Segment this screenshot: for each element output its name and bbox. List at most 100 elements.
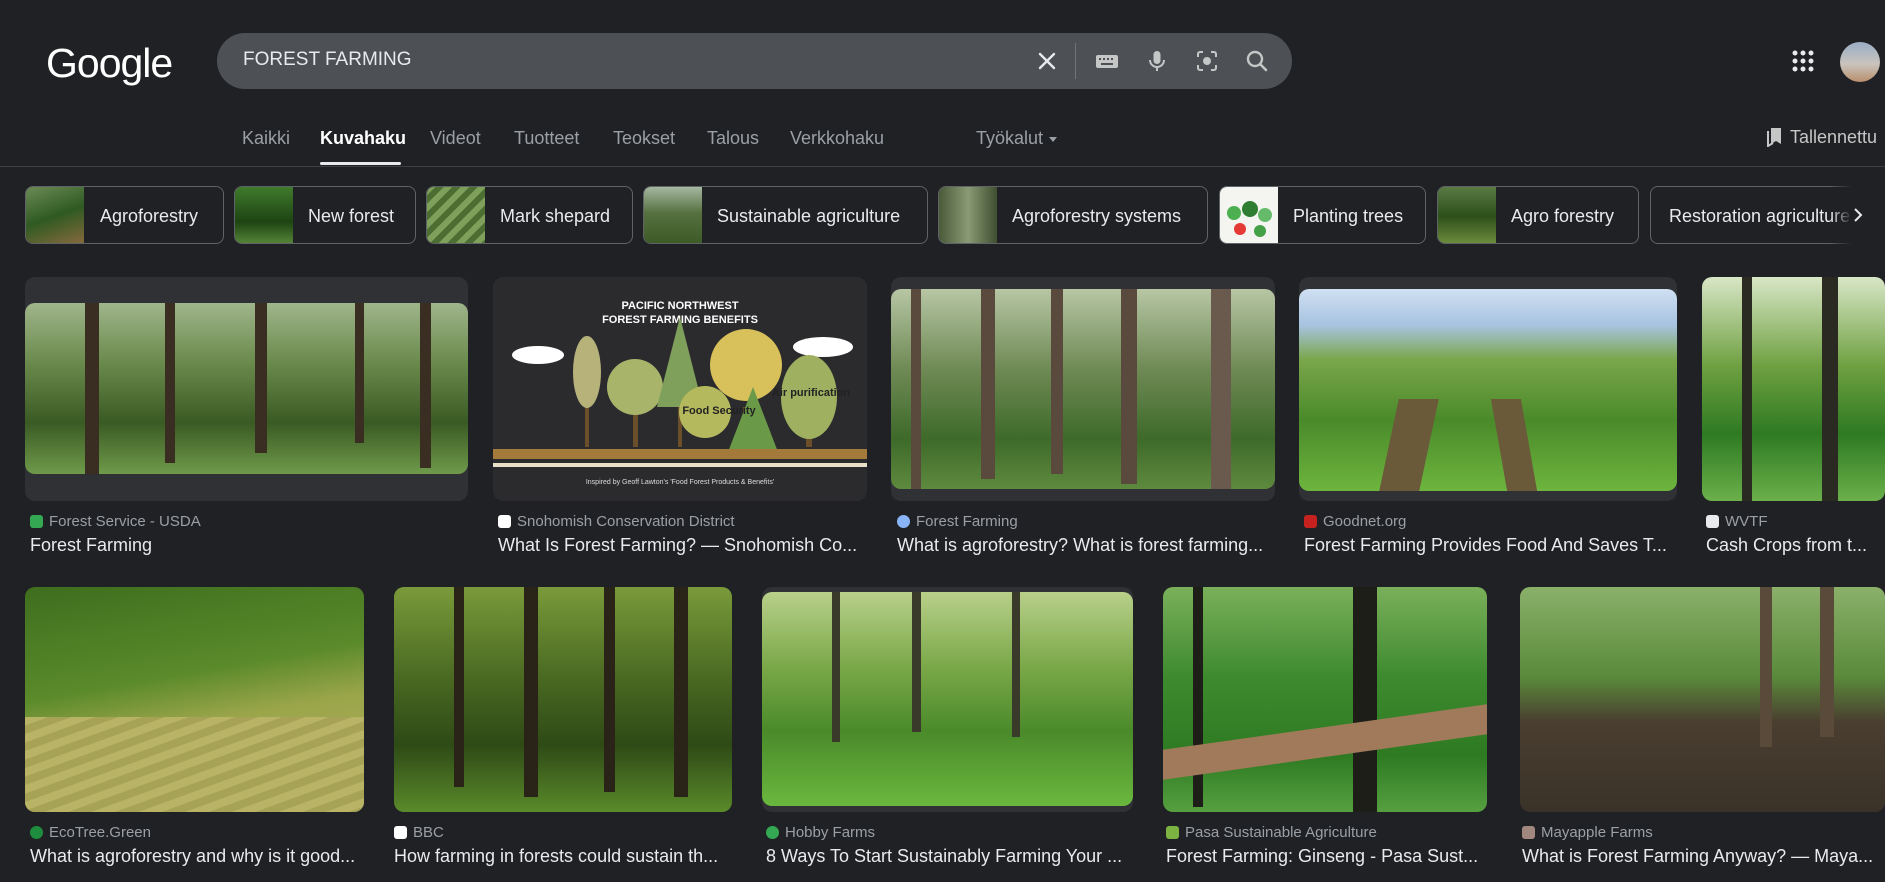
chip-agroforestry-systems[interactable]: Agroforestry systems	[938, 186, 1208, 244]
infographic-label: Food Security	[682, 405, 756, 417]
search-icon[interactable]	[1243, 47, 1271, 75]
account-avatar[interactable]	[1840, 42, 1880, 82]
result-source[interactable]: BBC	[394, 824, 730, 841]
chips-scroll-next[interactable]	[1830, 186, 1885, 244]
caret-down-icon	[1049, 136, 1058, 142]
result-title[interactable]: Forest Farming Provides Food And Saves T…	[1304, 535, 1674, 556]
lens-camera-icon[interactable]	[1193, 47, 1221, 75]
chip-thumbnail	[26, 187, 84, 243]
source-name: Mayapple Farms	[1541, 824, 1653, 841]
chip-label: Mark shepard	[500, 206, 611, 226]
result-title[interactable]: Forest Farming	[30, 535, 460, 556]
forest-image[interactable]	[394, 587, 732, 812]
infographic-label: Air purification	[771, 387, 851, 399]
chip-label: Agroforestry systems	[1012, 206, 1182, 226]
search-bar[interactable]: FOREST FARMING	[217, 33, 1292, 89]
search-input[interactable]: FOREST FARMING	[243, 49, 412, 71]
result-source[interactable]: Goodnet.org	[1304, 513, 1674, 530]
tab-videos[interactable]: Videot	[430, 128, 481, 149]
tools-menu[interactable]: Työkalut	[976, 128, 1058, 149]
result-source[interactable]: WVTF	[1706, 513, 1885, 530]
result-source[interactable]: EcoTree.Green	[30, 824, 360, 841]
chip-thumbnail	[1220, 187, 1278, 243]
result-title[interactable]: How farming in forests could sustain th.…	[394, 846, 730, 867]
result-title[interactable]: Cash Crops from t...	[1706, 535, 1885, 556]
bookmark-icon	[1767, 128, 1781, 148]
site-favicon	[1706, 515, 1719, 528]
chip-thumbnail	[235, 187, 293, 243]
saved-button[interactable]: Tallennettu	[1766, 127, 1877, 148]
forest-image[interactable]	[1163, 587, 1487, 812]
result-title[interactable]: Forest Farming: Ginseng - Pasa Sust...	[1166, 846, 1486, 867]
google-apps-icon[interactable]	[1792, 50, 1814, 72]
tab-finance[interactable]: Talous	[707, 128, 759, 149]
chip-agro-forestry[interactable]: Agro forestry	[1437, 186, 1639, 244]
chip-sustainable-agriculture[interactable]: Sustainable agriculture	[643, 186, 928, 244]
tab-books[interactable]: Teokset	[613, 128, 675, 149]
forest-image[interactable]	[1520, 587, 1885, 812]
result-source[interactable]: Mayapple Farms	[1522, 824, 1882, 841]
result-source[interactable]: Snohomish Conservation District	[498, 513, 863, 530]
result-title[interactable]: What is agroforestry? What is forest far…	[897, 535, 1272, 556]
chip-new-forest[interactable]: New forest	[234, 186, 416, 244]
tab-products[interactable]: Tuotteet	[514, 128, 579, 149]
site-favicon	[1304, 515, 1317, 528]
chip-label: Planting trees	[1293, 206, 1404, 226]
site-favicon	[30, 826, 43, 839]
chip-thumbnail	[939, 187, 997, 243]
forest-image[interactable]	[25, 303, 468, 474]
result-title[interactable]: What is agroforestry and why is it good.…	[30, 846, 360, 867]
source-name: Forest Farming	[916, 513, 1018, 530]
chip-restoration-agriculture[interactable]: Restoration agriculture	[1650, 186, 1860, 244]
google-logo[interactable]: Google	[46, 40, 173, 87]
chip-label: New forest	[308, 206, 395, 226]
chip-label: Sustainable agriculture	[717, 206, 901, 226]
chip-thumbnail	[427, 187, 485, 243]
source-name: WVTF	[1725, 513, 1768, 530]
tab-web[interactable]: Verkkohaku	[790, 128, 884, 149]
tab-all[interactable]: Kaikki	[242, 128, 290, 149]
forest-image[interactable]	[762, 592, 1133, 806]
site-favicon	[766, 826, 779, 839]
infographic-caption: Inspired by Geoff Lawton's 'Food Forest …	[585, 479, 775, 486]
clear-icon[interactable]	[1033, 47, 1061, 75]
chevron-right-icon	[1854, 208, 1863, 222]
chip-planting-trees[interactable]: Planting trees	[1219, 186, 1426, 244]
chip-label: Agroforestry	[100, 206, 199, 226]
result-source[interactable]: Hobby Farms	[766, 824, 1132, 841]
chip-label: Restoration agriculture	[1669, 206, 1851, 226]
keyboard-icon[interactable]	[1093, 47, 1121, 75]
source-name: Snohomish Conservation District	[517, 513, 735, 530]
forest-image[interactable]	[1702, 277, 1885, 501]
site-favicon	[897, 515, 910, 528]
result-source[interactable]: Pasa Sustainable Agriculture	[1166, 824, 1486, 841]
site-favicon	[30, 515, 43, 528]
chip-agroforestry[interactable]: Agroforestry	[25, 186, 224, 244]
result-source[interactable]: Forest Service - USDA	[30, 513, 460, 530]
saved-label: Tallennettu	[1790, 127, 1878, 147]
header-divider	[0, 166, 1885, 167]
chip-label: Agro forestry	[1511, 206, 1615, 226]
microphone-icon[interactable]	[1143, 47, 1171, 75]
result-title[interactable]: What Is Forest Farming? — Snohomish Co..…	[498, 535, 863, 556]
result-title[interactable]: What is Forest Farming Anyway? — Maya...	[1522, 846, 1882, 867]
infographic-image[interactable]: PACIFIC NORTHWEST FOREST FARMING BENEFITS…	[493, 277, 867, 501]
forest-image[interactable]	[891, 289, 1275, 489]
forest-image[interactable]	[25, 587, 364, 812]
chip-thumbnail	[644, 187, 702, 243]
search-tabs: Kaikki Kuvahaku Videot Tuotteet Teokset …	[0, 128, 1885, 166]
active-tab-indicator	[320, 162, 401, 165]
chip-thumbnail	[1438, 187, 1496, 243]
source-name: EcoTree.Green	[49, 824, 151, 841]
forest-image[interactable]	[1299, 289, 1677, 491]
tab-images[interactable]: Kuvahaku	[320, 128, 406, 149]
site-favicon	[1166, 826, 1179, 839]
source-name: BBC	[413, 824, 444, 841]
search-divider	[1075, 43, 1076, 79]
result-title[interactable]: 8 Ways To Start Sustainably Farming Your…	[766, 846, 1132, 867]
chip-mark-shepard[interactable]: Mark shepard	[426, 186, 633, 244]
source-name: Hobby Farms	[785, 824, 876, 841]
result-source[interactable]: Forest Farming	[897, 513, 1272, 530]
source-name: Forest Service - USDA	[49, 513, 201, 530]
source-name: Pasa Sustainable Agriculture	[1185, 824, 1377, 841]
